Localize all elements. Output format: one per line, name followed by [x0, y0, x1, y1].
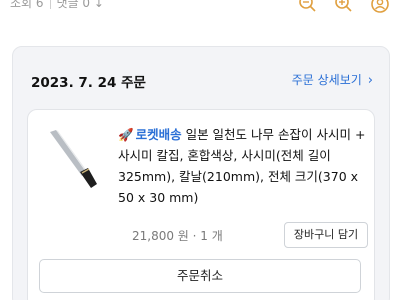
- product-title[interactable]: 🚀 로켓배송 일본 일천도 나무 손잡이 사시미 + 사시미 칼집, 혼합색상, …: [118, 124, 370, 208]
- delivery-badge: 로켓배송: [135, 127, 182, 142]
- top-bar: 조회 6 댓글 0 ↓: [0, 0, 400, 28]
- post-meta: 조회 6 댓글 0 ↓: [10, 0, 104, 11]
- user-icon[interactable]: [368, 0, 392, 18]
- zoom-in-icon[interactable]: [332, 0, 356, 18]
- order-detail-label: 주문 상세보기: [291, 73, 362, 87]
- price-row: 21,800 원 · 1 개 장바구니 담기: [132, 222, 368, 248]
- zoom-out-icon[interactable]: [296, 0, 320, 18]
- order-card: 2023. 7. 24 주문 주문 상세보기 › 🚀 로켓배송 일본 일천도 나무 …: [12, 46, 390, 300]
- chevron-right-icon: ›: [367, 73, 373, 88]
- order-detail-link[interactable]: 주문 상세보기 ›: [292, 71, 373, 88]
- order-date: 2023. 7. 24 주문: [31, 75, 146, 91]
- product-info: 🚀 로켓배송 일본 일천도 나무 손잡이 사시미 + 사시미 칼집, 혼합색상, …: [118, 124, 370, 208]
- order-header: 2023. 7. 24 주문 주문 상세보기 ›: [25, 71, 377, 91]
- top-icons: [296, 0, 392, 18]
- rocket-icon: 🚀: [118, 127, 134, 142]
- views-count: 조회 6: [10, 0, 44, 10]
- product-image[interactable]: [42, 126, 100, 190]
- comments-arrow-icon[interactable]: ↓: [94, 0, 104, 10]
- meta-divider: [49, 0, 51, 9]
- cancel-order-button[interactable]: 주문취소: [39, 259, 361, 293]
- comments-count[interactable]: 댓글 0: [57, 0, 91, 10]
- add-to-cart-button[interactable]: 장바구니 담기: [284, 222, 368, 248]
- price-quantity: 21,800 원 · 1 개: [132, 229, 223, 243]
